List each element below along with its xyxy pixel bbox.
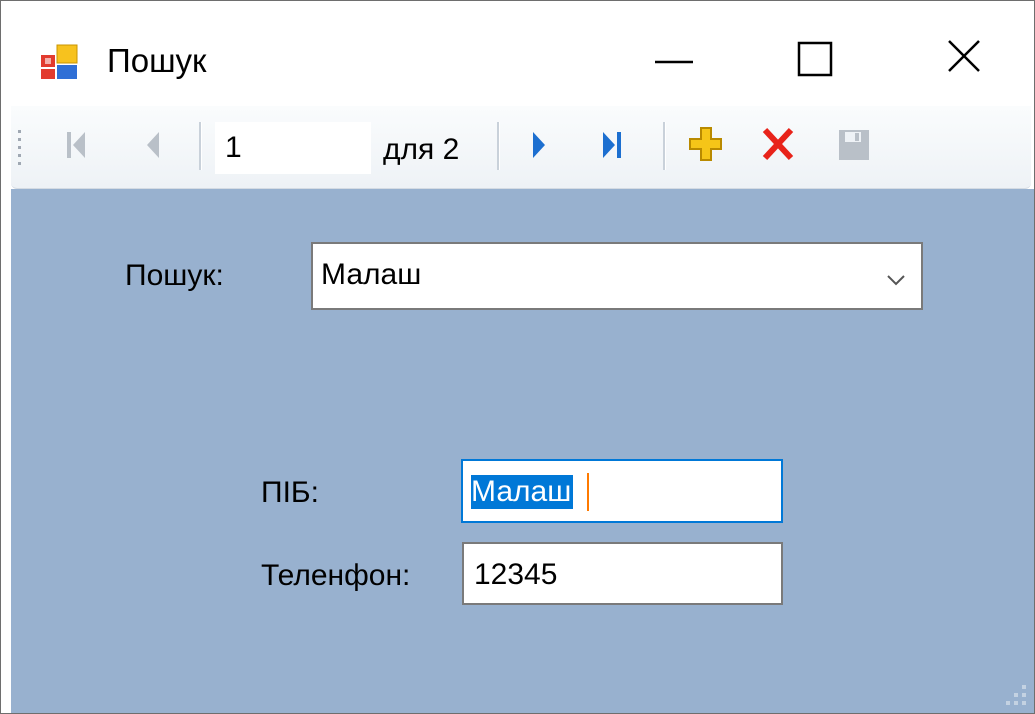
record-count-label: для 2: [383, 133, 460, 166]
search-combobox[interactable]: Малаш: [311, 242, 923, 310]
phone-label: Теленфон:: [261, 559, 411, 592]
fio-field[interactable]: Малаш: [461, 459, 783, 523]
move-first-button[interactable]: [51, 120, 99, 172]
phone-field[interactable]: 12345: [462, 542, 783, 605]
move-next-icon: [533, 132, 545, 158]
toolbar-grip-icon[interactable]: [17, 128, 23, 172]
move-first-icon: [67, 132, 85, 158]
fio-selected-text: Малаш: [471, 475, 574, 509]
position-input[interactable]: [215, 122, 371, 174]
add-new-icon: [689, 127, 722, 161]
phone-value: 12345: [474, 558, 558, 591]
minimize-icon: [655, 60, 693, 64]
save-icon: [839, 130, 869, 160]
add-new-button[interactable]: [681, 120, 729, 172]
fio-label: ПІБ:: [261, 476, 319, 509]
binding-navigator: для 2: [11, 106, 1031, 189]
save-button[interactable]: [829, 120, 877, 172]
move-last-icon: [603, 132, 621, 158]
form-body: Пошук: Малаш ПІБ: Малаш Теленфон: 12345: [11, 189, 1034, 713]
move-next-button[interactable]: [515, 120, 563, 172]
close-icon: [948, 40, 980, 72]
form-app-icon: [41, 44, 78, 79]
title-bar[interactable]: Пошук: [1, 1, 1034, 105]
minimize-button[interactable]: [611, 21, 731, 105]
search-label: Пошук:: [125, 259, 224, 292]
toolbar-separator: [497, 122, 500, 170]
toolbar-separator: [663, 122, 666, 170]
search-combobox-value: Малаш: [321, 258, 422, 291]
toolbar-separator: [199, 122, 202, 170]
delete-button[interactable]: [753, 120, 801, 172]
chevron-down-icon[interactable]: [881, 264, 911, 294]
delete-icon: [762, 127, 794, 161]
text-caret: [587, 473, 589, 511]
move-previous-button[interactable]: [129, 120, 177, 172]
move-last-button[interactable]: [589, 120, 637, 172]
move-previous-icon: [147, 132, 159, 158]
resize-grip-icon[interactable]: [1000, 679, 1030, 709]
close-button[interactable]: [901, 21, 1021, 105]
window-title: Пошук: [107, 42, 207, 79]
search-window: Пошук 1 для 2 Пошук: Малаш ПІБ: Малаш Те…: [0, 0, 1035, 714]
maximize-button[interactable]: [751, 21, 871, 105]
maximize-icon: [797, 41, 833, 77]
